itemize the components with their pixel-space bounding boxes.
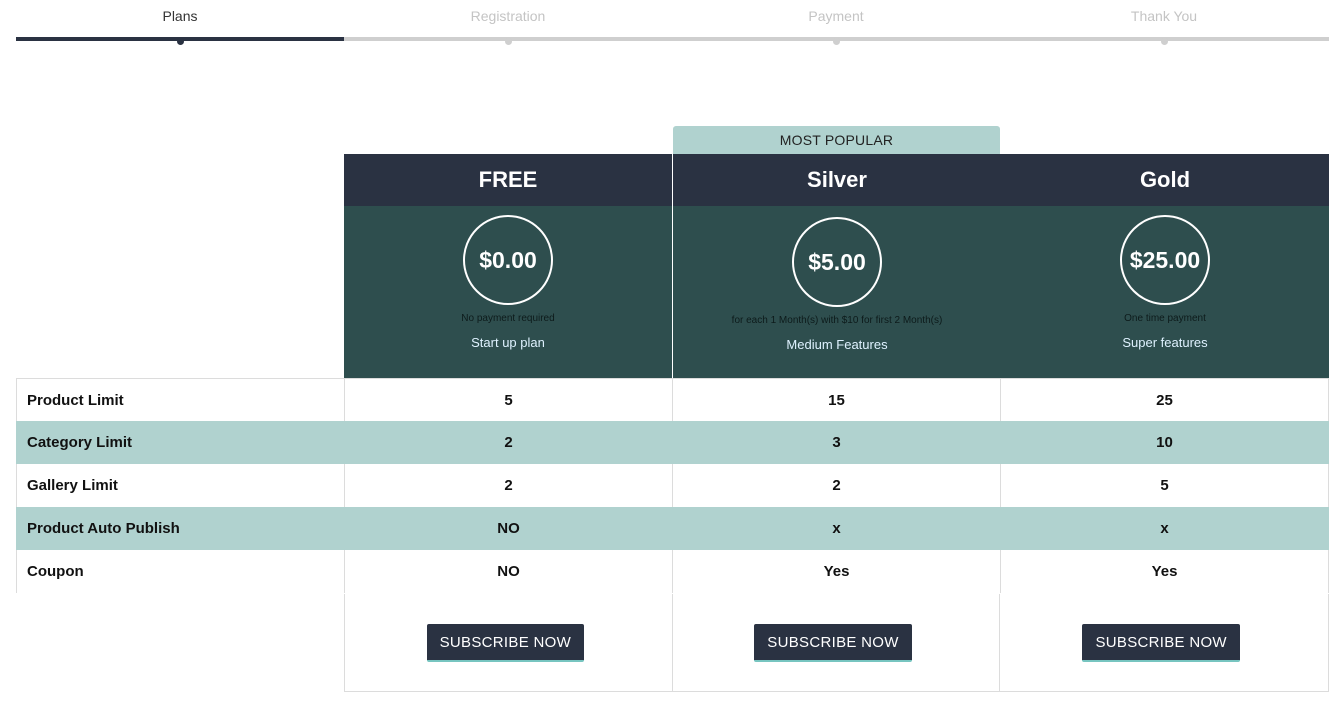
plan-name: Gold xyxy=(1001,154,1329,206)
step-label: Payment xyxy=(808,8,864,24)
plan-description: Super features xyxy=(1122,335,1208,350)
feature-value: 5 xyxy=(1001,464,1329,507)
plan-gold: Gold $25.00 One time payment Super featu… xyxy=(1001,154,1329,378)
step-dot xyxy=(505,38,512,45)
plan-price-band: $0.00 No payment required Start up plan xyxy=(344,206,672,378)
plan-description: Start up plan xyxy=(471,335,545,350)
step-dot xyxy=(177,38,184,45)
table-row: Category Limit 2 3 10 xyxy=(16,421,1329,464)
feature-value: 2 xyxy=(673,464,1001,507)
feature-value: Yes xyxy=(1001,550,1329,593)
step-label: Thank You xyxy=(1130,8,1198,24)
feature-value: 2 xyxy=(345,464,673,507)
most-popular-badge: MOST POPULAR xyxy=(673,126,1000,154)
feature-name: Gallery Limit xyxy=(16,464,345,507)
feature-value: NO xyxy=(345,550,673,593)
feature-name: Category Limit xyxy=(16,421,345,464)
feature-value: Yes xyxy=(673,550,1001,593)
feature-table: Product Limit 5 15 25 Category Limit 2 3… xyxy=(16,378,1329,593)
subscribe-cell: SUBSCRIBE NOW xyxy=(673,594,1001,691)
step-label: Registration xyxy=(470,8,546,24)
feature-value: 2 xyxy=(345,421,673,464)
price-circle: $5.00 xyxy=(792,217,882,307)
subscribe-free-button[interactable]: SUBSCRIBE NOW xyxy=(426,623,585,662)
plan-name: FREE xyxy=(344,154,672,206)
table-row: Gallery Limit 2 2 5 xyxy=(16,464,1329,507)
price-circle: $0.00 xyxy=(463,215,553,305)
step-registration[interactable]: Registration xyxy=(344,0,672,48)
table-row: Product Auto Publish NO x x xyxy=(16,507,1329,550)
plan-price-band: $25.00 One time payment Super features xyxy=(1001,206,1329,378)
feature-name: Coupon xyxy=(16,550,345,593)
feature-value: 5 xyxy=(345,378,673,421)
price-circle: $25.00 xyxy=(1120,215,1210,305)
subscribe-silver-button[interactable]: SUBSCRIBE NOW xyxy=(754,623,912,662)
subscribe-cell: SUBSCRIBE NOW xyxy=(1000,594,1328,691)
step-dot xyxy=(1161,38,1168,45)
price-note: One time payment xyxy=(1124,313,1206,324)
feature-value: 15 xyxy=(673,378,1001,421)
subscribe-gold-button[interactable]: SUBSCRIBE NOW xyxy=(1082,623,1240,662)
subscribe-cell: SUBSCRIBE NOW xyxy=(345,594,673,691)
feature-name: Product Auto Publish xyxy=(16,507,345,550)
feature-value: 10 xyxy=(1001,421,1329,464)
feature-value: x xyxy=(673,507,1001,550)
feature-name: Product Limit xyxy=(16,378,345,421)
step-dot xyxy=(833,38,840,45)
price-note: for each 1 Month(s) with $10 for first 2… xyxy=(731,315,943,326)
subscribe-row: SUBSCRIBE NOW SUBSCRIBE NOW SUBSCRIBE NO… xyxy=(344,594,1329,692)
plan-price-band: $5.00 for each 1 Month(s) with $10 for f… xyxy=(673,206,1001,378)
feature-value: 3 xyxy=(673,421,1001,464)
plan-name: Silver xyxy=(673,154,1001,206)
step-label: Plans xyxy=(162,8,198,24)
step-plans[interactable]: Plans xyxy=(16,0,344,48)
checkout-steps: Plans Registration Payment Thank You xyxy=(16,0,1329,48)
step-payment[interactable]: Payment xyxy=(672,0,1000,48)
feature-value: 25 xyxy=(1001,378,1329,421)
feature-value: x xyxy=(1001,507,1329,550)
plan-silver: Silver $5.00 for each 1 Month(s) with $1… xyxy=(673,154,1001,378)
feature-value: NO xyxy=(345,507,673,550)
plan-description: Medium Features xyxy=(786,337,888,352)
plan-free: FREE $0.00 No payment required Start up … xyxy=(344,154,672,378)
price-note: No payment required xyxy=(461,313,555,324)
table-row: Coupon NO Yes Yes xyxy=(16,550,1329,593)
table-row: Product Limit 5 15 25 xyxy=(16,378,1329,421)
step-thank-you[interactable]: Thank You xyxy=(1000,0,1328,48)
